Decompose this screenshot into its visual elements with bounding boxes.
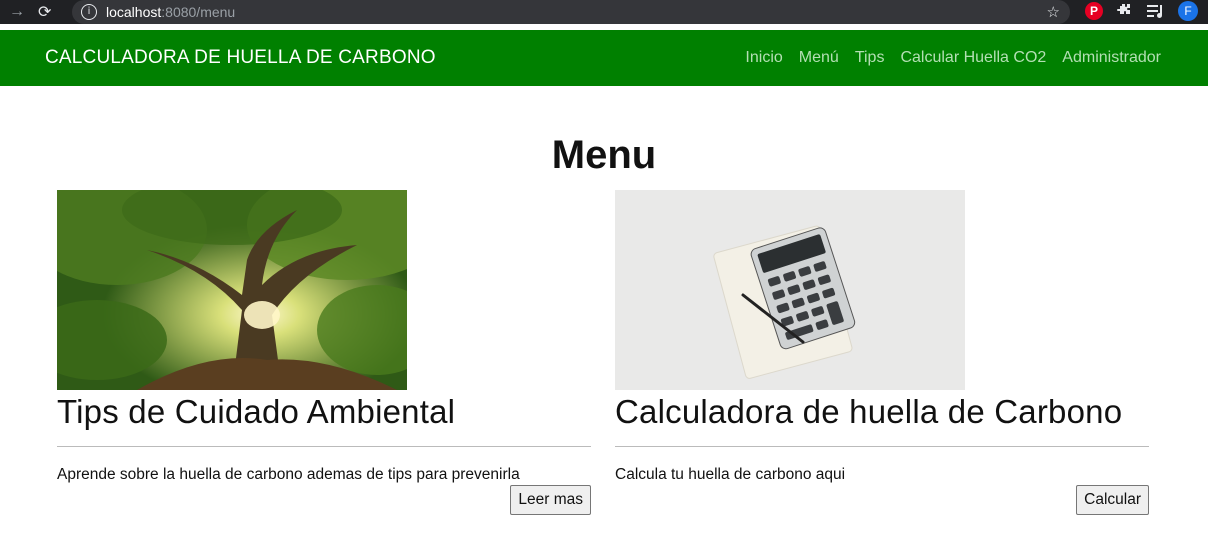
calcular-button[interactable]: Calcular bbox=[1076, 485, 1149, 515]
nav-link-tips[interactable]: Tips bbox=[855, 49, 885, 67]
url-path: :8080/menu bbox=[161, 4, 236, 20]
address-bar[interactable]: i localhost:8080/menu ☆ bbox=[72, 0, 1070, 24]
divider bbox=[57, 446, 591, 447]
nav-link-menu[interactable]: Menú bbox=[799, 49, 839, 67]
card-text: Calcula tu huella de carbono aqui bbox=[615, 466, 846, 483]
reload-icon[interactable]: ⟳ bbox=[38, 2, 51, 22]
card-title: Calculadora de huella de Carbono bbox=[615, 393, 1123, 430]
calculator-card: Calculadora de huella de Carbono Calcula… bbox=[615, 190, 1149, 515]
nav-link-administrador[interactable]: Administrador bbox=[1062, 49, 1161, 67]
page-title: Menu bbox=[551, 133, 657, 177]
info-icon[interactable]: i bbox=[81, 4, 97, 20]
nav-links: Inicio Menú Tips Calcular Huella CO2 Adm… bbox=[745, 49, 1161, 67]
leer-mas-button[interactable]: Leer mas bbox=[510, 485, 591, 515]
extensions-puzzle-icon[interactable] bbox=[1115, 2, 1133, 20]
forward-icon[interactable]: → bbox=[6, 3, 28, 21]
nav-link-calcular[interactable]: Calcular Huella CO2 bbox=[900, 49, 1046, 67]
navbar-brand[interactable]: CALCULADORA DE HUELLA DE CARBONO bbox=[45, 47, 436, 69]
url-host: localhost bbox=[106, 4, 162, 20]
tree-image bbox=[57, 190, 407, 390]
url-text[interactable]: localhost:8080/menu bbox=[106, 4, 235, 20]
card-text: Aprende sobre la huella de carbono adema… bbox=[57, 466, 520, 483]
card-title: Tips de Cuidado Ambiental bbox=[57, 393, 456, 430]
nav-link-inicio[interactable]: Inicio bbox=[745, 49, 782, 67]
bookmark-star-icon[interactable]: ☆ bbox=[1047, 3, 1060, 21]
top-navbar: CALCULADORA DE HUELLA DE CARBONO Inicio … bbox=[0, 30, 1208, 86]
tips-card: Tips de Cuidado Ambiental Aprende sobre … bbox=[57, 190, 591, 515]
divider bbox=[615, 446, 1149, 447]
browser-toolbar: → ⟳ i localhost:8080/menu ☆ P F bbox=[0, 0, 1208, 24]
pinterest-extension-icon[interactable]: P bbox=[1085, 2, 1103, 20]
media-control-icon[interactable] bbox=[1146, 2, 1166, 20]
profile-avatar[interactable]: F bbox=[1178, 1, 1198, 21]
calculator-image bbox=[615, 190, 965, 390]
